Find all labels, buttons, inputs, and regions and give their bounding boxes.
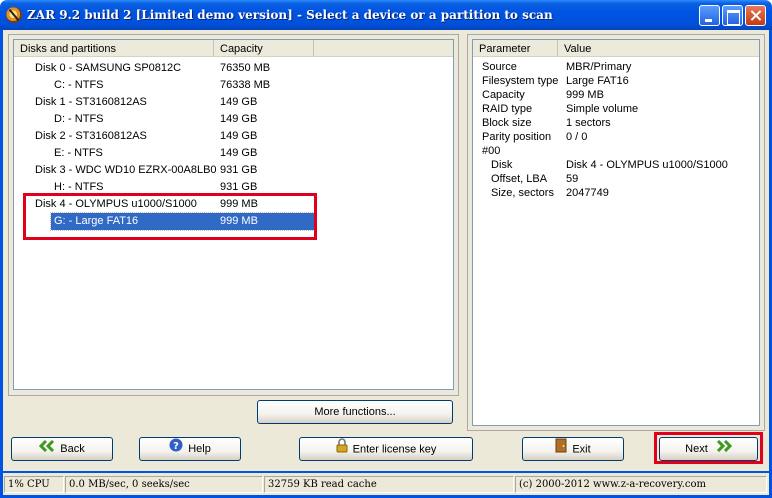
property-name: Block size [482, 117, 532, 129]
row-name: E: - NTFS [54, 147, 103, 159]
property-value: 2047749 [566, 187, 609, 199]
property-row[interactable]: Offset, LBA 59 [473, 172, 759, 186]
exit-button-label: Exit [572, 443, 591, 456]
next-button[interactable]: Next [659, 437, 758, 461]
title-bar[interactable]: ZAR 9.2 build 2 [Limited demo version] -… [0, 0, 772, 30]
exit-button[interactable]: Exit [522, 437, 624, 461]
door-exit-icon [555, 438, 567, 461]
property-row[interactable]: Filesystem type Large FAT16 [473, 74, 759, 88]
help-button-label: Help [188, 443, 211, 455]
property-name: #00 [482, 145, 501, 157]
properties-list[interactable]: Parameter Value Source MBR/Primary Filesys… [472, 39, 760, 426]
window-frame: Disks and partitions Capacity Disk 0 - S… [0, 30, 772, 498]
help-icon: ? [169, 438, 183, 460]
back-button[interactable]: Back [11, 437, 113, 461]
window-title: ZAR 9.2 build 2 [Limited demo version] -… [27, 8, 553, 22]
status-bar: 1% CPU 0.0 MB/sec, 0 seeks/sec 32759 KB … [3, 473, 769, 495]
column-header-capacity[interactable]: Capacity [214, 40, 314, 57]
help-button[interactable]: ? Help [139, 437, 241, 461]
column-header-empty [314, 40, 453, 57]
status-cache: 32759 KB read cache [264, 476, 514, 493]
row-name: D: - NTFS [54, 113, 104, 125]
row-capacity: 931 GB [220, 164, 258, 176]
back-button-label: Back [60, 443, 85, 455]
properties-panel: Parameter Value Source MBR/Primary Filesys… [467, 34, 765, 431]
property-row[interactable]: Parity position 0 / 0 [473, 130, 759, 144]
property-row[interactable]: Capacity 999 MB [473, 88, 759, 102]
partition-row[interactable]: C: - NTFS 76338 MB [51, 77, 314, 94]
column-header-value[interactable]: Value [558, 40, 759, 57]
more-functions-button[interactable]: More functions... [257, 400, 453, 424]
status-cpu: 1% CPU [4, 476, 64, 493]
disk-row[interactable]: Disk 3 - WDC WD10 EZRX-00A8LB0 931 GB [32, 162, 314, 179]
property-value: 0 / 0 [566, 131, 588, 143]
property-row[interactable]: #00 [473, 144, 759, 158]
svg-text:?: ? [173, 441, 179, 452]
disk-row[interactable]: Disk 1 - ST3160812AS 149 GB [32, 94, 314, 111]
property-row[interactable]: Block size 1 sectors [473, 116, 759, 130]
row-name: Disk 0 - SAMSUNG SP0812C [35, 62, 182, 74]
padlock-icon [336, 438, 348, 461]
status-speed: 0.0 MB/sec, 0 seeks/sec [65, 476, 263, 493]
disks-panel: Disks and partitions Capacity Disk 0 - S… [8, 34, 459, 396]
row-capacity: 149 GB [220, 130, 258, 142]
row-capacity: 76338 MB [220, 79, 271, 91]
property-value: MBR/Primary [566, 61, 632, 73]
double-chevron-left-icon [39, 438, 55, 460]
row-capacity: 149 GB [220, 96, 258, 108]
row-name: C: - NTFS [54, 79, 104, 91]
property-value: Disk 4 - OLYMPUS u1000/S1000 [566, 159, 728, 171]
maximize-button[interactable] [722, 5, 743, 26]
property-row[interactable]: Size, sectors 2047749 [473, 186, 759, 200]
property-row[interactable]: RAID type Simple volume [473, 102, 759, 116]
double-chevron-right-icon [716, 438, 732, 460]
partition-row[interactable]: D: - NTFS 149 GB [51, 111, 314, 128]
property-value: 999 MB [566, 89, 604, 101]
row-name: Disk 2 - ST3160812AS [35, 130, 147, 142]
property-value: 59 [566, 173, 579, 185]
property-value: 1 sectors [566, 117, 611, 129]
disk-row[interactable]: Disk 0 - SAMSUNG SP0812C 76350 MB [32, 60, 314, 77]
column-header-parameter[interactable]: Parameter [473, 40, 558, 57]
minimize-button[interactable] [699, 5, 720, 26]
enter-license-key-button[interactable]: Enter license key [299, 437, 473, 461]
column-header-disks[interactable]: Disks and partitions [14, 40, 214, 57]
property-name: RAID type [482, 103, 533, 115]
client-area: Disks and partitions Capacity Disk 0 - S… [3, 30, 769, 471]
property-name: Source [482, 61, 517, 73]
close-button[interactable] [745, 5, 766, 26]
property-row[interactable]: Source MBR/Primary [473, 60, 759, 74]
next-button-label: Next [685, 443, 708, 455]
property-name: Disk [491, 159, 513, 171]
row-capacity: 76350 MB [220, 62, 271, 74]
disk-row[interactable]: Disk 2 - ST3160812AS 149 GB [32, 128, 314, 145]
row-capacity: 149 GB [220, 147, 258, 159]
license-button-label: Enter license key [352, 443, 437, 456]
status-copyright: (c) 2000-2012 www.z-a-recovery.com [515, 476, 767, 493]
property-value: Simple volume [566, 103, 639, 115]
property-name: Filesystem type [482, 75, 559, 87]
property-name: Parity position [482, 131, 552, 143]
property-name: Size, sectors [491, 187, 554, 199]
annotation-highlight-box [23, 193, 317, 240]
property-name: Capacity [482, 89, 525, 101]
property-name: Offset, LBA [491, 173, 548, 185]
app-icon [6, 7, 22, 23]
row-capacity: 149 GB [220, 113, 258, 125]
partition-row[interactable]: E: - NTFS 149 GB [51, 145, 314, 162]
property-value: Large FAT16 [566, 75, 629, 87]
property-row[interactable]: Disk Disk 4 - OLYMPUS u1000/S1000 [473, 158, 759, 172]
row-name: Disk 1 - ST3160812AS [35, 96, 147, 108]
row-name: Disk 3 - WDC WD10 EZRX-00A8LB0 [35, 164, 217, 176]
